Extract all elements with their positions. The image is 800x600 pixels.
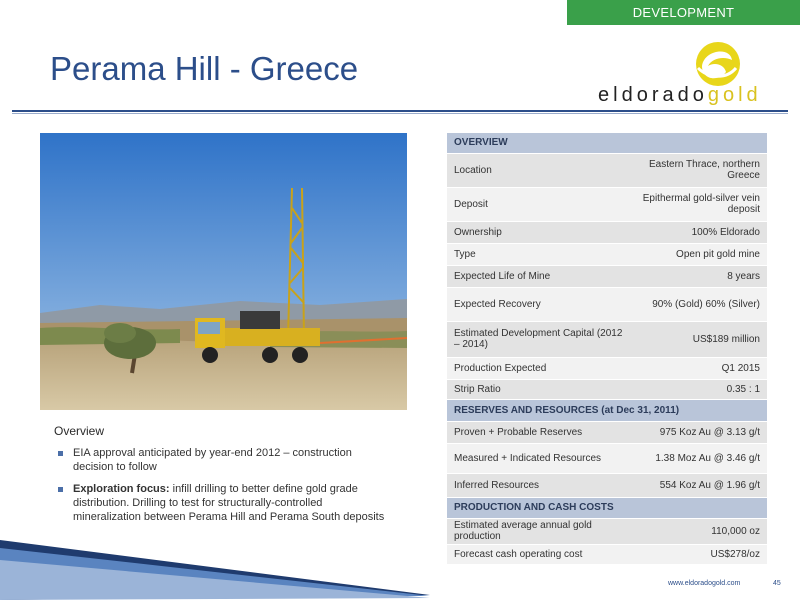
header-rule-thin	[12, 113, 788, 114]
table-row: Ownership 100% Eldorado	[447, 221, 767, 244]
row-value: US$278/oz	[632, 544, 767, 565]
row-label: Measured + Indicated Resources	[447, 443, 632, 474]
table-row: Measured + Indicated Resources 1.38 Moz A…	[447, 443, 767, 474]
row-label: Estimated average annual gold production	[447, 518, 632, 545]
row-label: Expected Recovery	[447, 287, 632, 322]
page-title: Perama Hill - Greece	[50, 50, 359, 87]
table-row: Estimated Development Capital (2012 – 20…	[447, 321, 767, 358]
row-value: 554 Koz Au @ 1.96 g/t	[632, 473, 767, 498]
footer-wedge-decoration	[0, 540, 430, 600]
row-value: 8 years	[632, 265, 767, 288]
section-header-production: PRODUCTION AND CASH COSTS	[447, 497, 767, 519]
overview-heading: Overview	[54, 424, 105, 438]
row-value: 100% Eldorado	[632, 221, 767, 244]
table-row: Deposit Epithermal gold-silver vein depos…	[447, 187, 767, 222]
table-row: Strip Ratio 0.35 : 1	[447, 379, 767, 400]
row-label: Estimated Development Capital (2012 – 20…	[447, 321, 632, 358]
bullet-lead: Exploration focus:	[73, 483, 170, 495]
overview-bullets: EIA approval anticipated by year-end 201…	[58, 446, 388, 532]
row-value: US$189 million	[632, 321, 767, 358]
logo-text-dark: eldorado	[598, 84, 708, 106]
logo-wordmark: eldoradogold	[598, 84, 762, 107]
table-row: Expected Life of Mine 8 years	[447, 265, 767, 288]
row-label: Deposit	[447, 187, 632, 222]
row-label: Ownership	[447, 221, 632, 244]
table-row: Expected Recovery 90% (Gold) 60% (Silver)	[447, 287, 767, 322]
row-label: Type	[447, 243, 632, 266]
bullet-icon	[58, 451, 63, 456]
table-row: Estimated average annual gold production…	[447, 518, 767, 545]
row-label: Inferred Resources	[447, 473, 632, 498]
page-number: 45	[773, 580, 781, 587]
table-section-header: PRODUCTION AND CASH COSTS	[447, 497, 767, 519]
table-section-header: RESERVES AND RESOURCES (at Dec 31, 2011)	[447, 399, 767, 422]
table-row: Proven + Probable Reserves 975 Koz Au @ 3…	[447, 421, 767, 444]
table-row: Inferred Resources 554 Koz Au @ 1.96 g/t	[447, 473, 767, 498]
bullet-text: EIA approval anticipated by year-end 201…	[73, 447, 352, 473]
site-photo	[40, 133, 407, 410]
row-label: Location	[447, 153, 632, 188]
row-value: 110,000 oz	[632, 518, 767, 545]
row-value: 975 Koz Au @ 3.13 g/t	[632, 421, 767, 444]
table-section-header: OVERVIEW	[447, 133, 767, 154]
row-label: Forecast cash operating cost	[447, 544, 632, 565]
row-value: 0.35 : 1	[632, 379, 767, 400]
row-label: Expected Life of Mine	[447, 265, 632, 288]
row-value: Eastern Thrace, northern Greece	[632, 153, 767, 188]
table-row: Location Eastern Thrace, northern Greece	[447, 153, 767, 188]
row-value: Epithermal gold-silver vein deposit	[632, 187, 767, 222]
section-header-reserves: RESERVES AND RESOURCES (at Dec 31, 2011)	[447, 399, 767, 422]
facts-table: OVERVIEW Location Eastern Thrace, norther…	[447, 133, 767, 565]
table-row: Forecast cash operating cost US$278/oz	[447, 544, 767, 565]
row-label: Strip Ratio	[447, 379, 632, 400]
list-item: Exploration focus: infill drilling to be…	[58, 482, 388, 524]
row-label: Proven + Probable Reserves	[447, 421, 632, 444]
table-row: Type Open pit gold mine	[447, 243, 767, 266]
bullet-icon	[58, 487, 63, 492]
row-label: Production Expected	[447, 357, 632, 380]
section-header-overview: OVERVIEW	[447, 133, 767, 154]
row-value: 1.38 Moz Au @ 3.46 g/t	[632, 443, 767, 474]
row-value: Open pit gold mine	[632, 243, 767, 266]
header-rule	[12, 110, 788, 112]
table-row: Production Expected Q1 2015	[447, 357, 767, 380]
row-value: Q1 2015	[632, 357, 767, 380]
logo-text-light: gold	[707, 84, 762, 106]
section-tag: DEVELOPMENT	[567, 0, 800, 25]
list-item: EIA approval anticipated by year-end 201…	[58, 446, 388, 474]
footer-url: www.eldoradogold.com	[668, 580, 741, 587]
row-value: 90% (Gold) 60% (Silver)	[632, 287, 767, 322]
